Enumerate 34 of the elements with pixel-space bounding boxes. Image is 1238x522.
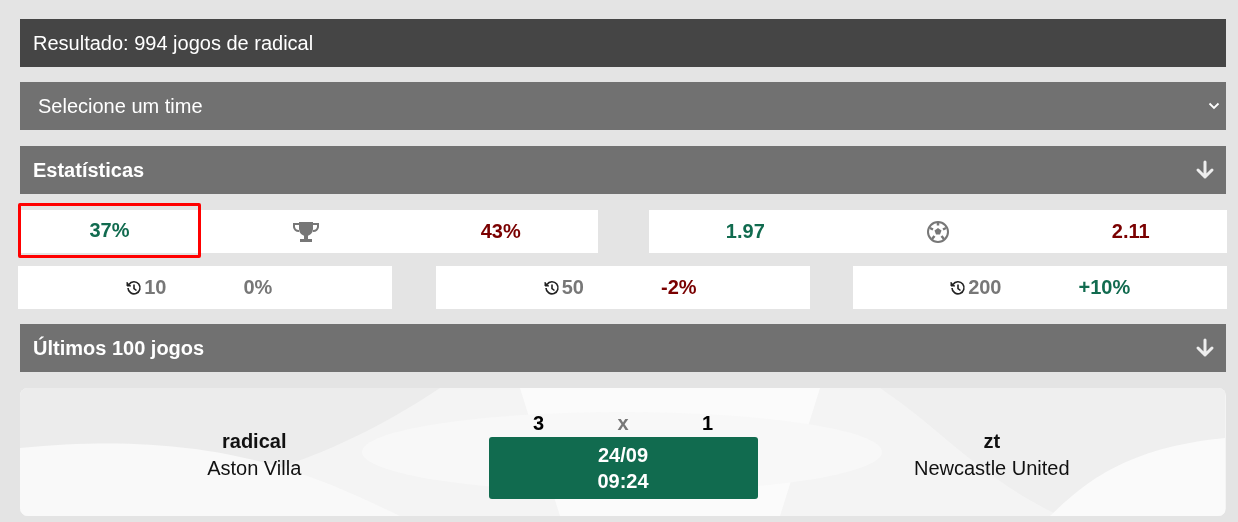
statistics-header[interactable]: Estatísticas — [20, 146, 1226, 194]
chevron-down-icon — [1208, 102, 1220, 110]
player-name: zt — [983, 430, 1001, 453]
stat-value: 37% — [89, 219, 130, 242]
team-name: Aston Villa — [207, 457, 302, 480]
stat-value: 43% — [480, 220, 521, 243]
score-value: 1 — [701, 411, 713, 435]
history-value: 0% — [243, 276, 273, 299]
arrow-down-icon — [1195, 160, 1215, 180]
arrow-down-icon — [1195, 338, 1215, 358]
trophy-icon — [293, 220, 320, 243]
match-time: 09:24 — [597, 468, 649, 494]
section-title: Estatísticas — [33, 158, 145, 182]
stat-value: 1.97 — [725, 220, 765, 243]
history-icon — [950, 279, 967, 296]
match-date: 24/09 — [597, 442, 649, 468]
match-card[interactable]: radical Aston Villa 3 x 1 24/09 09:24 zt Newcastle United — [20, 388, 1226, 516]
player-name: radical — [222, 430, 287, 453]
last-games-header[interactable]: Últimos 100 jogos — [20, 324, 1226, 372]
team-name: Newcastle United — [913, 457, 1070, 480]
history-value: +10% — [1078, 276, 1131, 299]
stat-value: 2.11 — [1111, 220, 1150, 243]
history-period: 200 — [968, 276, 1002, 299]
score-value: 3 — [533, 411, 545, 435]
history-period: 50 — [561, 276, 584, 299]
score-separator: x — [617, 411, 629, 435]
history-period: 10 — [144, 276, 167, 299]
soccer-ball-icon — [927, 220, 949, 243]
team-select[interactable]: Selecione um time — [20, 82, 1226, 130]
history-icon — [543, 279, 560, 296]
history-value: -2% — [661, 276, 697, 299]
result-title: Resultado: 994 jogos de radical — [33, 31, 314, 55]
history-icon — [126, 279, 143, 296]
section-title: Últimos 100 jogos — [33, 336, 205, 360]
